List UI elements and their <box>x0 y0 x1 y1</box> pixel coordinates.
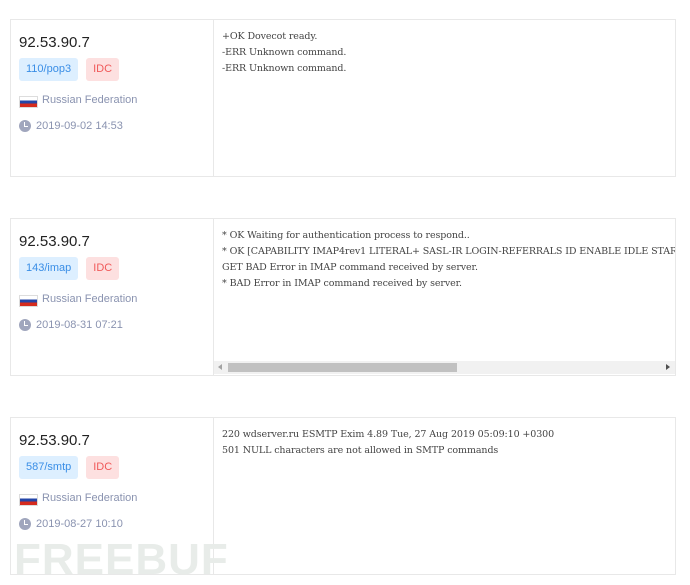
banner-text: * OK Waiting for authentication process … <box>222 230 675 289</box>
ip-address[interactable]: 92.53.90.7 <box>19 32 213 54</box>
host-info: 92.53.90.7 110/pop3 IDC Russian Federatio… <box>11 20 214 176</box>
russia-flag-icon <box>19 96 38 108</box>
clock-icon <box>19 120 31 132</box>
result-card: 92.53.90.7 110/pop3 IDC Russian Federatio… <box>10 19 676 177</box>
idc-tag[interactable]: IDC <box>86 257 120 280</box>
scrollbar-thumb[interactable] <box>228 363 457 372</box>
timestamp: 2019-09-02 14:53 <box>36 120 123 132</box>
ip-address[interactable]: 92.53.90.7 <box>19 430 213 452</box>
result-card: 92.53.90.7 143/imap IDC Russian Federatio… <box>10 218 676 376</box>
russia-flag-icon <box>19 295 38 307</box>
banner-panel: 220 wdserver.ru ESMTP Exim 4.89 Tue, 27 … <box>214 418 675 574</box>
banner-panel: +OK Dovecot ready. -ERR Unknown command.… <box>214 20 675 176</box>
banner-text: 220 wdserver.ru ESMTP Exim 4.89 Tue, 27 … <box>222 429 555 456</box>
idc-tag[interactable]: IDC <box>86 456 120 479</box>
country[interactable]: Russian Federation <box>42 492 137 504</box>
idc-tag[interactable]: IDC <box>86 58 120 81</box>
country[interactable]: Russian Federation <box>42 293 137 305</box>
port-tag[interactable]: 587/smtp <box>19 456 79 479</box>
scroll-left-icon[interactable] <box>218 364 222 370</box>
watermark-logo: FREEBUF <box>14 535 229 584</box>
host-info: 92.53.90.7 143/imap IDC Russian Federatio… <box>11 219 214 375</box>
port-tag[interactable]: 110/pop3 <box>19 58 79 81</box>
clock-icon <box>19 518 31 530</box>
russia-flag-icon <box>19 494 38 506</box>
port-tag[interactable]: 143/imap <box>19 257 79 280</box>
clock-icon <box>19 319 31 331</box>
ip-address[interactable]: 92.53.90.7 <box>19 231 213 253</box>
country[interactable]: Russian Federation <box>42 94 137 106</box>
timestamp: 2019-08-31 07:21 <box>36 319 123 331</box>
banner-panel: * OK Waiting for authentication process … <box>214 219 675 375</box>
scroll-right-icon[interactable] <box>666 364 670 370</box>
horizontal-scrollbar[interactable] <box>214 361 675 374</box>
timestamp: 2019-08-27 10:10 <box>36 518 123 530</box>
banner-text: +OK Dovecot ready. -ERR Unknown command.… <box>222 31 347 74</box>
